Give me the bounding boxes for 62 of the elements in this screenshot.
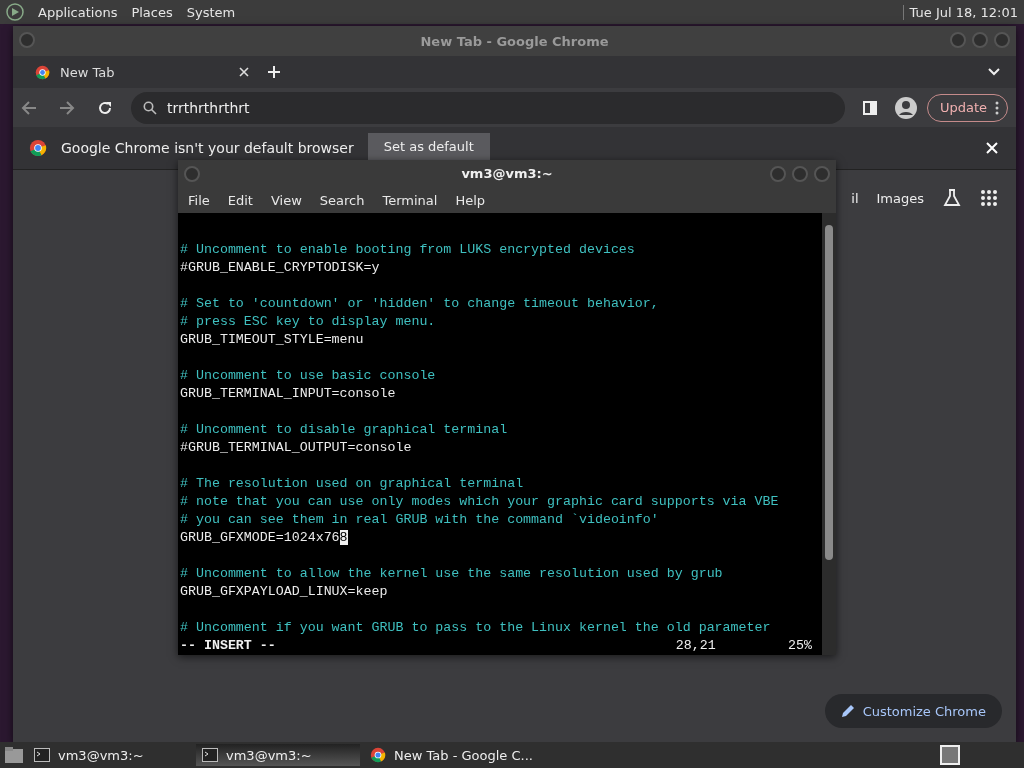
comment-line: # The resolution used on graphical terminal <box>180 475 525 493</box>
chevron-down-icon[interactable] <box>988 68 1000 76</box>
comment-line: # Set to 'countdown' or 'hidden' to change timeout behavior, <box>180 295 660 313</box>
taskbar-item[interactable]: vm3@vm3:~ <box>196 744 360 766</box>
code-line: #GRUB_TERMINAL_OUTPUT=console <box>180 439 413 457</box>
terminal-icon <box>202 748 218 762</box>
back-arrow-icon[interactable] <box>21 99 37 116</box>
comment-line: # you can see them in real GRUB with the command `videoinfo' <box>180 511 660 529</box>
code-line: GRUB_TERMINAL_INPUT=console <box>180 385 397 403</box>
code-line: #GRUB_ENABLE_CRYPTODISK=y <box>180 259 381 277</box>
code-line: GRUB_GFXPAYLOAD_LINUX=keep <box>180 583 389 601</box>
menu-item[interactable]: View <box>270 192 302 208</box>
code-line: GRUB_GFXMODE=1024x768 <box>180 529 349 547</box>
comment-line: # Uncomment to enable booting from LUKS encrypted devices <box>180 241 636 259</box>
close-icon[interactable] <box>239 67 249 77</box>
menu-item[interactable]: Edit <box>227 192 253 208</box>
scroll-percent: 25% <box>788 637 812 655</box>
chrome-logo-icon <box>35 64 50 80</box>
comment-line: # press ESC key to display menu. <box>180 313 437 331</box>
comment-line: # Uncomment if you want GRUB to pass to the Linux kernel the old parameter <box>180 619 772 637</box>
clock[interactable]: Tue Jul 18, 12:01 <box>902 4 1018 20</box>
more-icon <box>995 100 999 115</box>
infobar-message: Google Chrome isn't your default browser <box>61 140 354 156</box>
menu-item[interactable]: File <box>188 192 210 208</box>
flask-icon[interactable] <box>942 188 962 208</box>
cursor-position: 28,21 <box>675 637 716 655</box>
chrome-logo-icon <box>370 747 386 763</box>
search-icon <box>143 100 157 115</box>
menu-item[interactable]: Search <box>319 192 365 208</box>
header-link[interactable]: il <box>851 190 859 206</box>
text-cursor: 8 <box>339 530 348 545</box>
comment-line: # Uncomment to use basic console <box>180 367 437 385</box>
workspace-icon[interactable] <box>940 745 960 765</box>
comment-line: # note that you can use only modes which your graphic card supports via VBE <box>180 493 780 511</box>
comment-line: # Uncomment to disable graphical terminal <box>180 421 509 439</box>
apps-grid-icon[interactable] <box>980 189 998 207</box>
set-default-button[interactable]: Set as default <box>367 133 490 160</box>
side-panel-icon[interactable] <box>862 100 877 115</box>
reload-icon[interactable] <box>97 99 113 116</box>
pencil-icon <box>840 704 855 718</box>
panel-menu[interactable]: Applications <box>38 4 118 20</box>
window-title: New Tab - Google Chrome <box>420 33 609 49</box>
comment-line: # Uncomment to allow the kernel use the same resolution used by grub <box>180 565 724 583</box>
window-title: vm3@vm3:~ <box>461 166 553 182</box>
plus-icon[interactable] <box>267 65 281 79</box>
menu-item[interactable]: Help <box>455 192 486 208</box>
panel-menu[interactable]: Places <box>131 4 173 20</box>
header-link[interactable]: Images <box>876 190 924 206</box>
forward-arrow-icon[interactable] <box>59 99 75 116</box>
mode-indicator: -- INSERT -- <box>180 637 276 655</box>
address-bar[interactable]: trrthrthrthrt <box>131 91 845 124</box>
scrollbar[interactable] <box>822 213 836 655</box>
code-line: GRUB_TIMEOUT_STYLE=menu <box>180 331 365 349</box>
terminal-icon <box>34 748 50 762</box>
profile-icon[interactable] <box>894 96 917 119</box>
menu-item[interactable]: Terminal <box>382 192 438 208</box>
show-desktop-icon[interactable] <box>4 746 24 764</box>
taskbar-item[interactable]: vm3@vm3:~ <box>28 744 192 766</box>
customize-chrome-button[interactable]: Customize Chrome <box>824 694 1002 728</box>
chrome-logo-icon <box>29 139 47 157</box>
menu-logo-icon[interactable] <box>6 3 24 21</box>
panel-menu[interactable]: System <box>186 4 236 20</box>
